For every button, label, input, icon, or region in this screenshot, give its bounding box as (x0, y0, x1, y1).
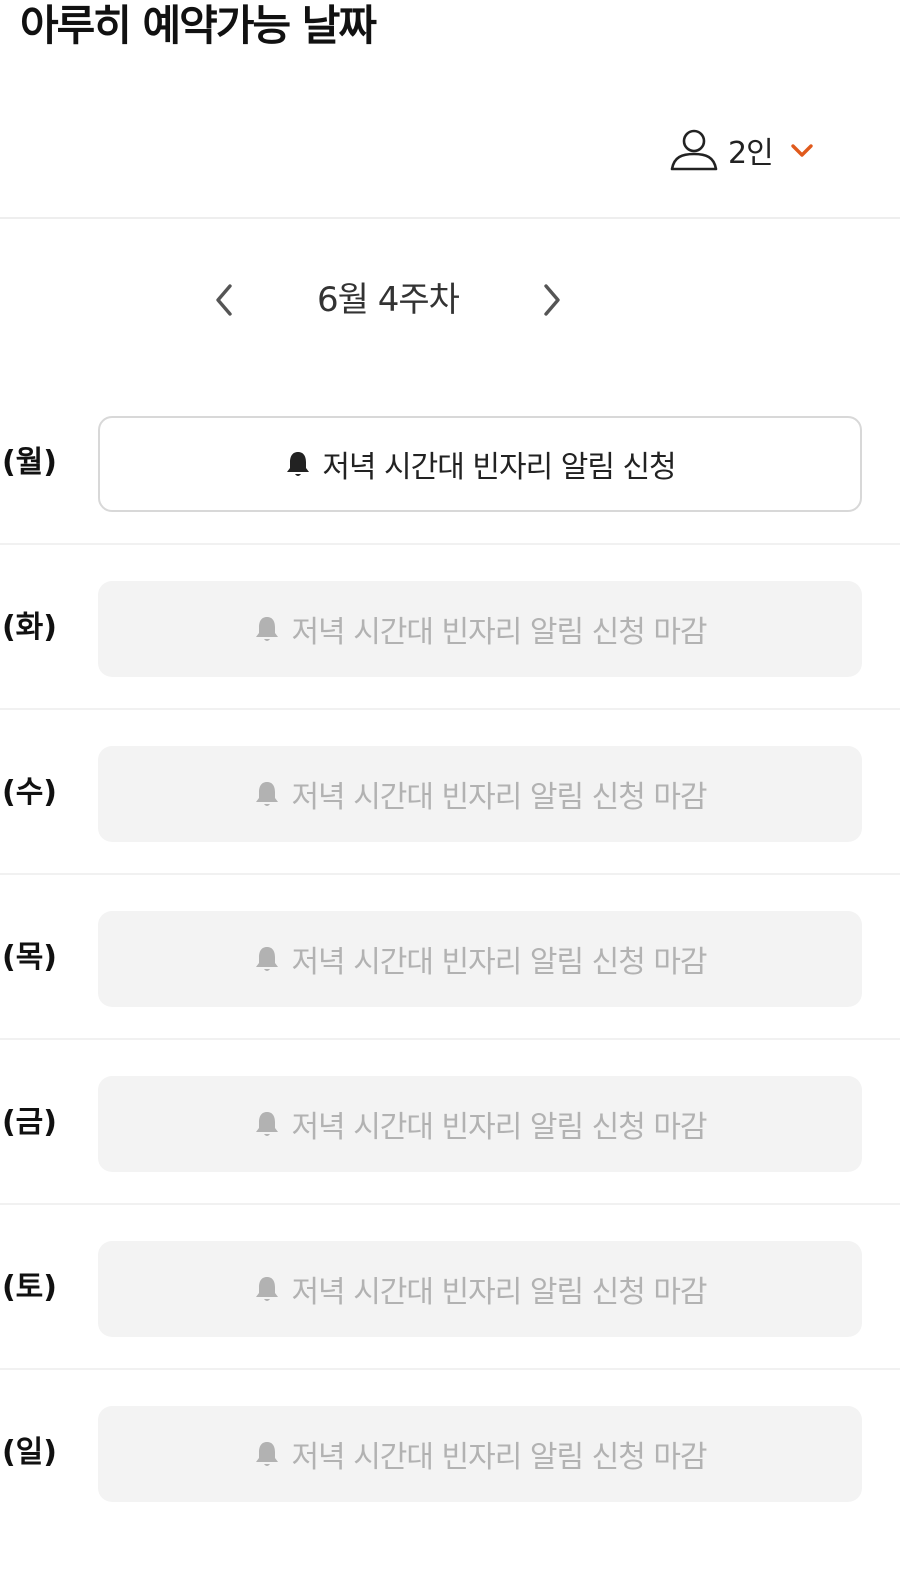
chevron-right-icon (544, 284, 560, 316)
bell-icon (256, 1112, 279, 1136)
day-label: )(목) (0, 940, 57, 975)
chevron-down-icon (790, 144, 813, 157)
vacancy-alert-button[interactable]: 저녁 시간대 빈자리 알림 신청 (98, 416, 862, 512)
chevron-left-icon (216, 284, 232, 316)
vacancy-alert-closed-button: 저녁 시간대 빈자리 알림 신청 마감 (98, 581, 862, 677)
week-label: 6월 4주차 (317, 280, 460, 320)
day-row: 2(토) 저녁 시간대 빈자리 알림 신청 마감 (0, 1205, 900, 1370)
day-label: (월) (1, 445, 57, 480)
week-navigator: 6월 4주차 (0, 268, 900, 332)
alert-button-label: 저녁 시간대 빈자리 알림 신청 마감 (291, 945, 707, 980)
bell-icon (256, 1277, 279, 1301)
bell-icon (256, 1442, 279, 1466)
day-row: 3(일) 저녁 시간대 빈자리 알림 신청 마감 (0, 1370, 900, 1535)
day-label: )(수) (0, 775, 57, 810)
day-row: 3(화) 저녁 시간대 빈자리 알림 신청 마감 (0, 545, 900, 710)
day-label: 3(일) (0, 1435, 57, 1470)
vacancy-alert-closed-button: 저녁 시간대 빈자리 알림 신청 마감 (98, 746, 862, 842)
page-title: 아루히 예약가능 날짜 (20, 1, 377, 50)
day-list: (월) 저녁 시간대 빈자리 알림 신청 3(화) 저녁 시간대 빈자리 알림 신청 … (0, 380, 900, 1535)
day-row: (월) 저녁 시간대 빈자리 알림 신청 (0, 380, 900, 545)
day-row: I(금) 저녁 시간대 빈자리 알림 신청 마감 (0, 1040, 900, 1205)
bell-icon (256, 782, 279, 806)
day-label: 2(토) (0, 1270, 57, 1305)
day-row: )(수) 저녁 시간대 빈자리 알림 신청 마감 (0, 710, 900, 875)
bell-icon (256, 947, 279, 971)
alert-button-label: 저녁 시간대 빈자리 알림 신청 (322, 450, 676, 485)
alert-button-label: 저녁 시간대 빈자리 알림 신청 마감 (291, 615, 707, 650)
vacancy-alert-closed-button: 저녁 시간대 빈자리 알림 신청 마감 (98, 1406, 862, 1502)
vacancy-alert-closed-button: 저녁 시간대 빈자리 알림 신청 마감 (98, 911, 862, 1007)
day-label: 3(화) (0, 610, 57, 645)
party-size-selector[interactable]: 2인 (668, 124, 815, 176)
party-size-label: 2인 (728, 136, 774, 171)
person-icon (670, 129, 718, 171)
day-row: )(목) 저녁 시간대 빈자리 알림 신청 마감 (0, 875, 900, 1040)
alert-button-label: 저녁 시간대 빈자리 알림 신청 마감 (291, 1275, 707, 1310)
next-week-button[interactable] (528, 274, 576, 326)
alert-button-label: 저녁 시간대 빈자리 알림 신청 마감 (291, 780, 707, 815)
day-label: I(금) (0, 1105, 57, 1140)
vacancy-alert-closed-button: 저녁 시간대 빈자리 알림 신청 마감 (98, 1241, 862, 1337)
vacancy-alert-closed-button: 저녁 시간대 빈자리 알림 신청 마감 (98, 1076, 862, 1172)
bell-icon (287, 452, 310, 476)
alert-button-label: 저녁 시간대 빈자리 알림 신청 마감 (291, 1440, 707, 1475)
bell-icon (256, 617, 279, 641)
header-divider (0, 217, 900, 219)
previous-week-button[interactable] (200, 274, 248, 326)
alert-button-label: 저녁 시간대 빈자리 알림 신청 마감 (291, 1110, 707, 1145)
